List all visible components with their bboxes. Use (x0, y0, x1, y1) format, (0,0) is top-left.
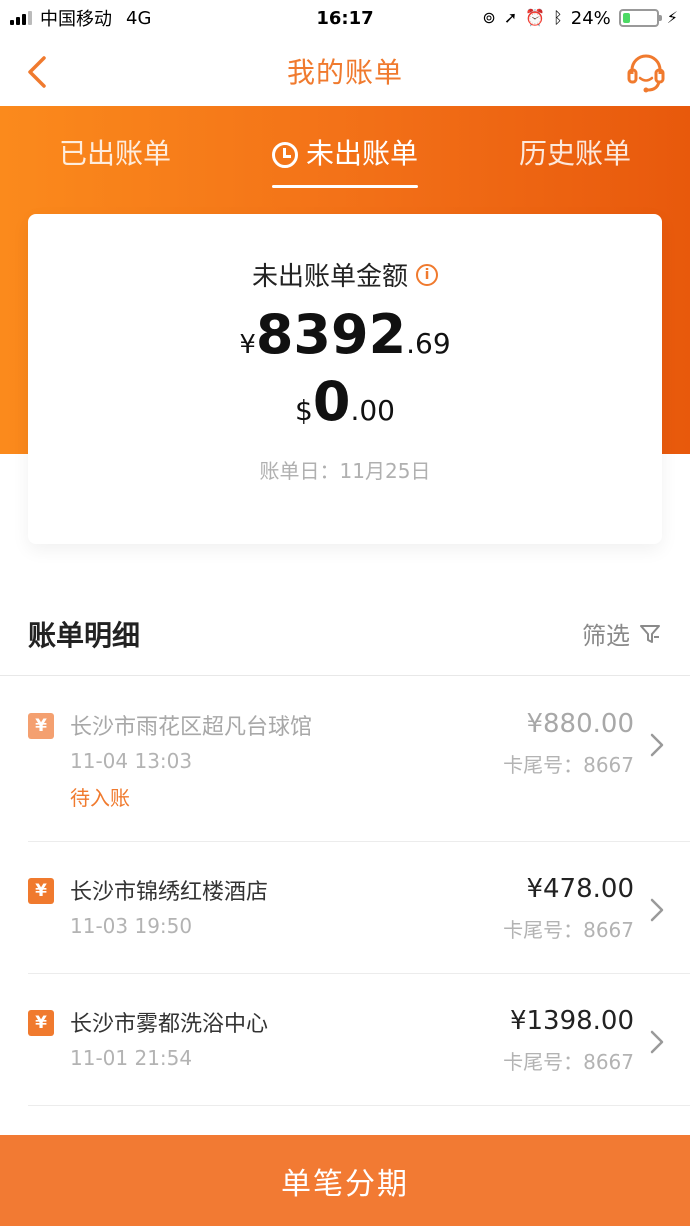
headset-icon[interactable] (624, 50, 668, 94)
bluetooth-icon: ᛒ (553, 8, 563, 27)
transaction-amount: ¥478.00 (526, 874, 634, 904)
battery-icon (618, 9, 662, 27)
status-right: ⊚ ➚ ⏰ ᛒ 24% ⚡ (482, 8, 678, 29)
usd-integer: 0 (312, 370, 351, 433)
transaction-status: 待入账 (70, 786, 130, 810)
clock-icon (271, 142, 298, 168)
bill-tabs: 已出账单 未出账单 历史账单 (0, 106, 690, 196)
tab-issued-bills[interactable]: 已出账单 (0, 106, 230, 196)
transaction-amount: ¥1398.00 (509, 1006, 634, 1036)
details-title: 账单明细 (28, 618, 141, 652)
transaction-time: 11-03 19:50 (70, 914, 193, 938)
active-tab-indicator (272, 185, 418, 188)
transaction-row[interactable]: ¥ 长沙市锦绣红楼酒店 11-03 19:50 ¥478.00 卡尾号：8667 (28, 842, 690, 974)
network-label: 4G (126, 7, 152, 29)
chevron-right-icon (650, 1030, 664, 1054)
transaction-row[interactable]: ¥ 长沙市雨花区超凡台球馆 11-04 13:03 待入账 ¥880.00 卡尾… (28, 677, 690, 842)
yuan-icon: ¥ (28, 1010, 54, 1036)
battery-percent: 24% (570, 7, 611, 29)
status-left: 中国移动 4G (10, 5, 151, 31)
transaction-merchant: 长沙市雨花区超凡台球馆 (70, 715, 313, 740)
transaction-amount: ¥880.00 (526, 709, 634, 739)
rotation-lock-icon: ⊚ (482, 8, 496, 27)
usd-symbol: $ (295, 394, 313, 427)
transaction-card: 卡尾号：8667 (503, 918, 634, 942)
transaction-card: 卡尾号：8667 (503, 1050, 634, 1074)
tab-unbilled[interactable]: 未出账单 (230, 106, 460, 196)
cny-amount: ¥8392.69 (28, 303, 662, 366)
yuan-icon: ¥ (28, 878, 54, 904)
filter-icon (640, 624, 660, 643)
transaction-card: 卡尾号：8667 (503, 753, 634, 777)
installment-button[interactable]: 单笔分期 (0, 1135, 690, 1226)
transaction-row[interactable]: ¥ 长沙市雾都洗浴中心 11-01 21:54 ¥1398.00 卡尾号：866… (28, 974, 690, 1106)
usd-amount: $0.00 (28, 370, 662, 433)
transaction-time: 11-04 13:03 (70, 749, 193, 773)
signal-icon (10, 11, 32, 25)
filter-button[interactable]: 筛选 (582, 616, 662, 651)
usd-decimal: .00 (350, 394, 395, 427)
alarm-icon: ⏰ (525, 8, 546, 27)
chevron-right-icon (650, 898, 664, 922)
summary-title: 未出账单金额 (251, 262, 408, 292)
info-icon[interactable]: i (416, 263, 438, 286)
transaction-list: ¥ 长沙市雨花区超凡台球馆 11-04 13:03 待入账 ¥880.00 卡尾… (0, 677, 690, 1106)
tab-label: 已出账单 (58, 137, 171, 170)
nav-bar: 我的账单 (0, 36, 690, 106)
transaction-time: 11-01 21:54 (70, 1046, 193, 1070)
yuan-icon: ¥ (28, 713, 54, 739)
cny-decimal: .69 (406, 327, 451, 360)
charging-icon: ⚡ (666, 8, 678, 27)
summary-card: 未出账单金额 i ¥8392.69 $0.00 账单日：11月25日 (28, 214, 662, 544)
location-icon: ➚ (503, 8, 518, 27)
transaction-merchant: 长沙市锦绣红楼酒店 (70, 880, 269, 905)
summary-title-row: 未出账单金额 i (252, 256, 438, 293)
details-header: 账单明细 筛选 (0, 592, 690, 676)
chevron-left-icon[interactable] (22, 52, 58, 92)
status-bar: 中国移动 4G 16:17 ⊚ ➚ ⏰ ᛒ 24% ⚡ (0, 0, 690, 36)
chevron-right-icon (650, 733, 664, 757)
cny-integer: 8392 (255, 303, 407, 366)
tab-label: 历史账单 (518, 137, 631, 170)
transaction-merchant: 长沙市雾都洗浴中心 (70, 1012, 269, 1037)
cny-symbol: ¥ (239, 330, 256, 360)
carrier-label: 中国移动 (40, 9, 112, 30)
filter-label: 筛选 (582, 622, 630, 650)
tab-history-bills[interactable]: 历史账单 (460, 106, 690, 196)
bill-date: 账单日：11月25日 (259, 459, 431, 483)
page-title: 我的账单 (286, 56, 403, 89)
battery-level (622, 13, 631, 23)
